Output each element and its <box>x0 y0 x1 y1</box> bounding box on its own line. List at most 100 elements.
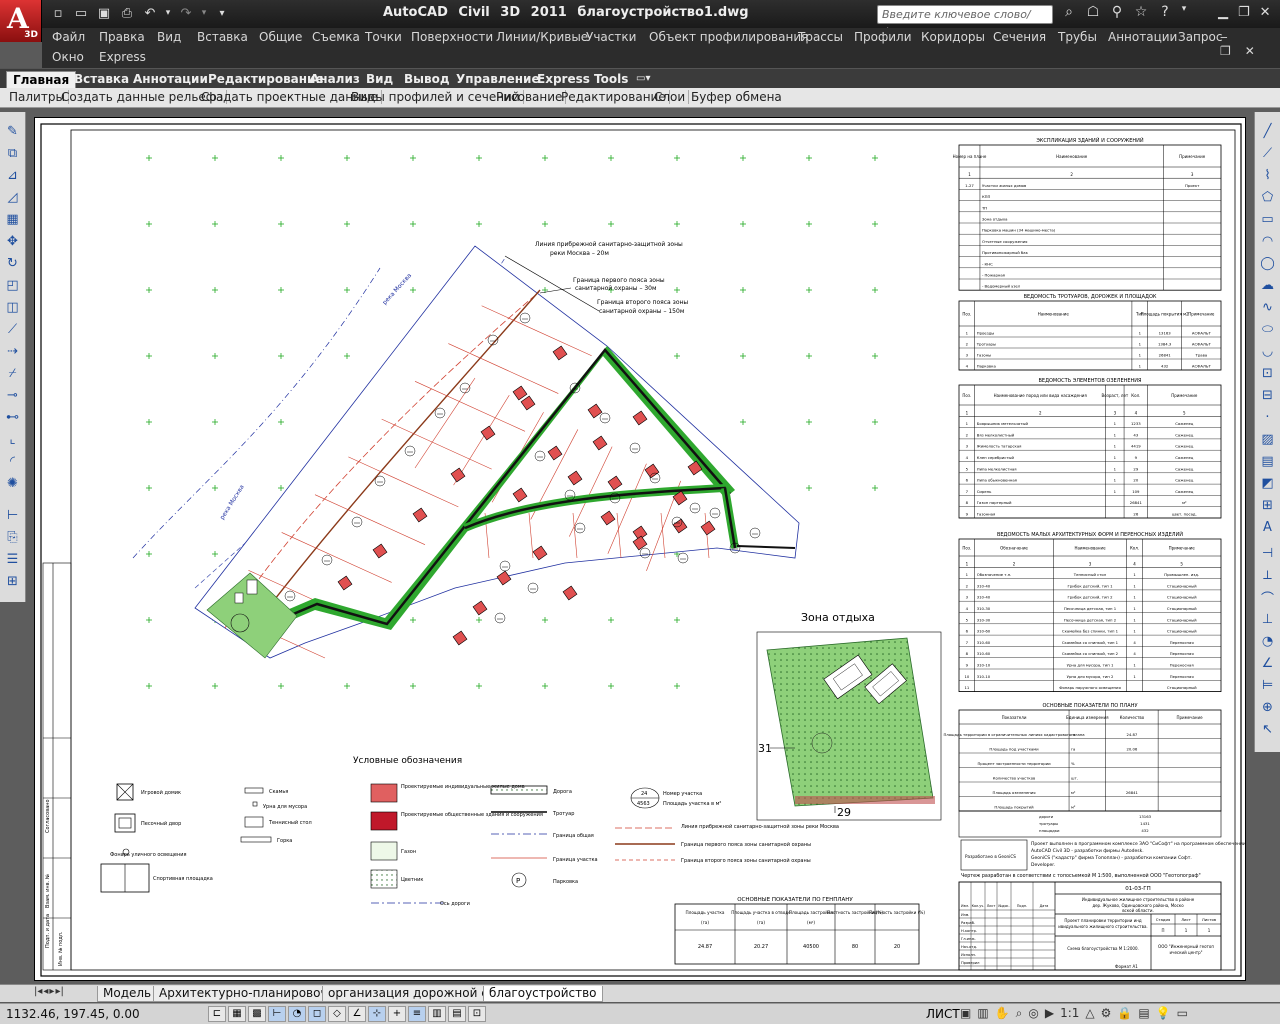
next-layout-icon[interactable]: ▸ <box>49 986 54 997</box>
chamfer-icon[interactable]: ⌞ <box>3 430 22 448</box>
restore-icon[interactable]: ❐ <box>1238 5 1250 20</box>
first-layout-icon[interactable]: |◂ <box>34 986 42 997</box>
ellipse-arc-icon[interactable]: ◡ <box>1258 342 1277 360</box>
subscription-icon[interactable]: ☖ <box>1083 4 1103 20</box>
otrack-toggle[interactable]: ∠ <box>348 1006 366 1022</box>
leader-icon[interactable]: ↖ <box>1258 720 1277 738</box>
mtext-icon[interactable]: A <box>1258 518 1277 536</box>
undo-dropdown-icon[interactable]: ▾ <box>163 4 173 22</box>
menu-window[interactable]: Окно <box>52 50 84 64</box>
snap-toggle[interactable]: ▦ <box>228 1006 246 1022</box>
3d-osnap-toggle[interactable]: ◇ <box>328 1006 346 1022</box>
showmotion-icon[interactable]: ▶ <box>1045 1006 1054 1021</box>
new-file-icon[interactable]: ▫ <box>48 4 68 22</box>
menu-points[interactable]: Точки <box>365 30 402 44</box>
circle-icon[interactable]: ◯ <box>1258 254 1277 272</box>
layer-icon[interactable]: ☰ <box>3 550 22 568</box>
menu-grading[interactable]: Объект профилирования <box>649 30 808 44</box>
menu-view[interactable]: Вид <box>157 30 181 44</box>
ortho-toggle[interactable]: ⊢ <box>268 1006 286 1022</box>
redo-icon[interactable]: ↷ <box>176 4 196 22</box>
break-at-point-icon[interactable]: ⊸ <box>3 386 22 404</box>
dim-baseline-icon[interactable]: ⊨ <box>1258 676 1277 694</box>
tab-analyze[interactable]: Анализ <box>304 71 366 89</box>
menu-general[interactable]: Общие <box>259 30 302 44</box>
make-block-icon[interactable]: ⊟ <box>1258 386 1277 404</box>
hardware-accel-icon[interactable]: ▤ <box>1138 1006 1149 1021</box>
workspace-icon[interactable]: ⚙ <box>1101 1006 1112 1021</box>
gradient-icon[interactable]: ▤ <box>1258 452 1277 470</box>
point-icon[interactable]: · <box>1258 408 1277 426</box>
binoculars-icon[interactable]: ⌕ <box>1059 4 1079 20</box>
paper-model-label[interactable]: ЛИСТ <box>926 1007 960 1021</box>
annotation-scale[interactable]: 1:1 <box>1060 1006 1079 1021</box>
mdi-controls[interactable]: ‒❐✕ <box>1220 30 1280 58</box>
spline-icon[interactable]: ∿ <box>1258 298 1277 316</box>
fillet-icon[interactable]: ◜ <box>3 452 22 470</box>
ducs-toggle[interactable]: ⊹ <box>368 1006 386 1022</box>
steering-wheel-icon[interactable]: ◎ <box>1028 1006 1038 1021</box>
open-file-icon[interactable]: ▭ <box>71 4 91 22</box>
move-icon[interactable]: ✥ <box>3 232 22 250</box>
redo-dropdown-icon[interactable]: ▾ <box>199 4 209 22</box>
menu-surfaces[interactable]: Поверхности <box>411 30 493 44</box>
prev-layout-icon[interactable]: ◂ <box>43 986 48 997</box>
save-icon[interactable]: ▣ <box>94 4 114 22</box>
osnap-toggle[interactable]: ◻ <box>308 1006 326 1022</box>
arc-icon[interactable]: ◠ <box>1258 232 1277 250</box>
close-icon[interactable]: ✕ <box>1260 5 1271 20</box>
dim-aligned-icon[interactable]: ⟂ <box>1258 566 1277 584</box>
isolate-icon[interactable]: 💡 <box>1156 1006 1171 1021</box>
tab-view[interactable]: Вид <box>360 71 399 89</box>
undo-icon[interactable]: ↶ <box>140 4 160 22</box>
join-icon[interactable]: ⊷ <box>3 408 22 426</box>
menu-annotations[interactable]: Аннотации <box>1108 30 1177 44</box>
dim-ordinate-icon[interactable]: ⊥ <box>1258 610 1277 628</box>
grid-toggle[interactable]: ▩ <box>248 1006 266 1022</box>
explode-icon[interactable]: ✺ <box>3 474 22 492</box>
minimize-icon[interactable]: ▁ <box>1218 5 1228 20</box>
line-icon[interactable]: ╱ <box>1258 122 1277 140</box>
polar-toggle[interactable]: ◔ <box>288 1006 306 1022</box>
dyn-toggle[interactable]: + <box>388 1006 406 1022</box>
scale-icon[interactable]: ◰ <box>3 276 22 294</box>
layout-tab-landscaping[interactable]: благоустройство <box>483 986 603 1002</box>
layout-tab-model[interactable]: Модель <box>97 986 158 1002</box>
tolerance-icon[interactable]: ⊕ <box>1258 698 1277 716</box>
region-icon[interactable]: ◩ <box>1258 474 1277 492</box>
revcloud-icon[interactable]: ☁ <box>1258 276 1277 294</box>
polygon-icon[interactable]: ⬠ <box>1258 188 1277 206</box>
tab-express-tools[interactable]: Express Tools <box>531 71 634 89</box>
last-layout-icon[interactable]: ▸| <box>55 986 63 997</box>
array-icon[interactable]: ▦ <box>3 210 22 228</box>
menu-profiles[interactable]: Профили <box>854 30 912 44</box>
tab-output[interactable]: Вывод <box>398 71 456 89</box>
clean-screen-icon[interactable]: ▭ <box>1177 1006 1188 1021</box>
copy-clip-icon[interactable]: ⎘ <box>3 528 22 546</box>
menu-file[interactable]: Файл <box>52 30 85 44</box>
offset-icon[interactable]: ◿ <box>3 188 22 206</box>
infer-constraints-toggle[interactable]: ⊏ <box>208 1006 226 1022</box>
erase-icon[interactable]: ✎ <box>3 122 22 140</box>
lock-icon[interactable]: 🔒 <box>1117 1006 1132 1021</box>
menu-insert[interactable]: Вставка <box>197 30 248 44</box>
trim-icon[interactable]: ⟋ <box>3 320 22 338</box>
menu-edit[interactable]: Правка <box>99 30 145 44</box>
lwt-toggle[interactable]: ≡ <box>408 1006 426 1022</box>
zoom-icon[interactable]: ⌕ <box>1016 1006 1023 1021</box>
ribbon-minimize-icon[interactable]: ▭▾ <box>630 71 656 89</box>
menu-lines-curves[interactable]: Линии/Кривые <box>496 30 588 44</box>
menu-pipes[interactable]: Трубы <box>1058 30 1097 44</box>
quick-view-layouts-icon[interactable]: ▣ <box>960 1006 971 1021</box>
pan-icon[interactable]: ✋ <box>995 1006 1010 1021</box>
tab-insert[interactable]: Вставка <box>68 71 135 89</box>
panel-clipboard[interactable]: Буфер обмена <box>688 90 785 104</box>
dim-angular-icon[interactable]: ∠ <box>1258 654 1277 672</box>
rectangle-icon[interactable]: ▭ <box>1258 210 1277 228</box>
copy-icon[interactable]: ⧉ <box>3 144 22 162</box>
communication-icon[interactable]: ⚲ <box>1107 4 1127 20</box>
annotation-visibility-icon[interactable]: △ <box>1085 1006 1094 1021</box>
menu-parcels[interactable]: Участки <box>586 30 636 44</box>
help-icon[interactable]: ? <box>1155 4 1175 20</box>
paper-space-sheet[interactable]: Согласовано Взам. инв. № Подп. и дата Ин… <box>34 117 1246 981</box>
